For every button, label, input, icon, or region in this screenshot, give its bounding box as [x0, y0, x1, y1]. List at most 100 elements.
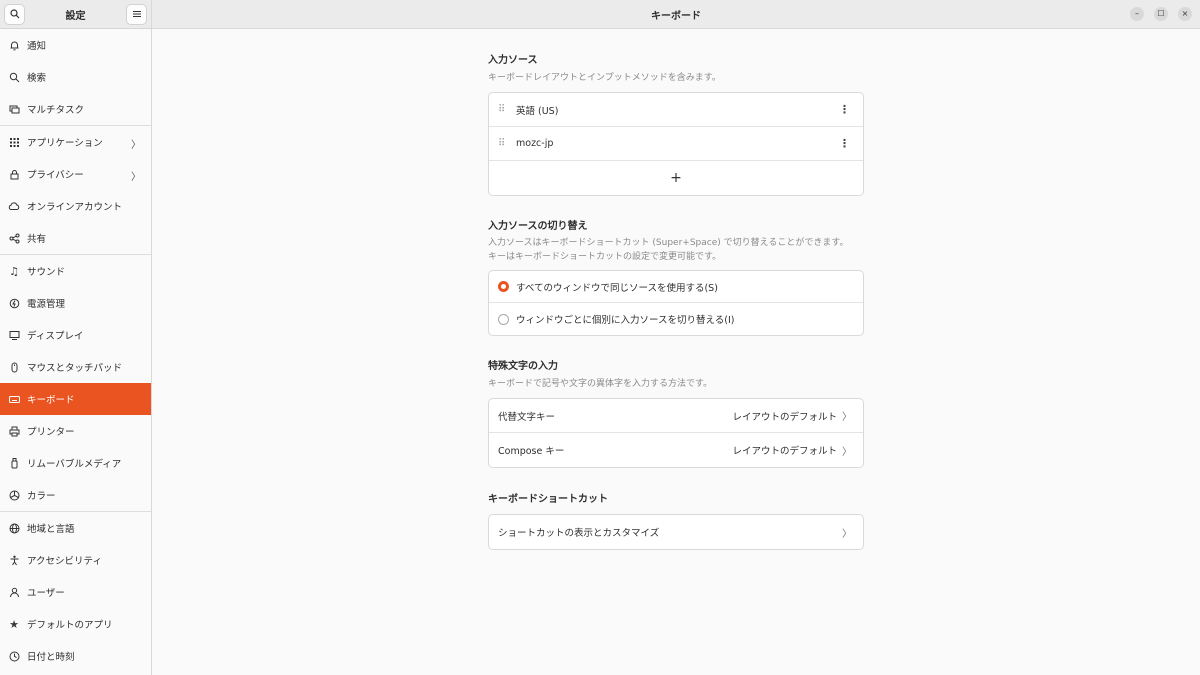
add-input-source-button[interactable]: +: [489, 161, 863, 195]
plus-icon: +: [670, 170, 682, 186]
input-source-row[interactable]: ⠿ 英語 (US) ⋮: [489, 93, 863, 127]
compose-key-row[interactable]: Compose キー レイアウトのデフォルト 〉: [489, 433, 863, 467]
bell-icon: [8, 39, 20, 51]
chevron-right-icon: 〉: [842, 446, 852, 458]
sidebar-item-keyboard[interactable]: キーボード: [0, 383, 151, 415]
star-icon: ★: [9, 617, 19, 631]
search-icon: [9, 9, 19, 19]
special-chars-desc: キーボードで記号や文字の異体字を入力する方法です。: [488, 379, 713, 389]
music-note-icon: ♫: [9, 264, 19, 278]
sidebar-item-default-apps[interactable]: ★ デフォルトのアプリ: [0, 608, 151, 640]
sidebar-item-label: サウンド: [27, 267, 66, 278]
sidebar-item-label: プリンター: [27, 427, 75, 438]
minimize-button[interactable]: –: [1130, 7, 1144, 21]
sidebar-item-label: 共有: [27, 234, 47, 245]
sidebar-header: 設定: [0, 0, 151, 29]
cloud-icon: [8, 200, 20, 212]
sidebar-item-label: ディスプレイ: [27, 331, 84, 342]
option-label: ウィンドウごとに個別に入力ソースを切り替える(I): [516, 315, 735, 326]
sidebar-item-region-language[interactable]: 地域と言語: [0, 512, 151, 544]
lock-icon: [8, 168, 20, 180]
row-label: 代替文字キー: [498, 411, 556, 423]
special-chars-title: 特殊文字の入力: [488, 361, 558, 372]
shortcuts-list: ショートカットの表示とカスタマイズ 〉: [488, 514, 864, 550]
switching-desc-1: 入力ソースはキーボードショートカット (Super+Space) で切り替えるこ…: [488, 238, 849, 248]
drag-handle-icon[interactable]: ⠿: [498, 104, 508, 115]
input-source-label: mozc-jp: [516, 138, 554, 149]
sidebar-item-label: アクセシビリティ: [27, 556, 102, 567]
switching-title: 入力ソースの切り替え: [488, 221, 588, 232]
sidebar-item-label: マウスとタッチパッド: [27, 363, 123, 374]
multitask-icon: [8, 103, 20, 115]
same-source-option[interactable]: すべてのウィンドウで同じソースを使用する(S): [489, 271, 863, 303]
close-icon: ×: [1181, 9, 1189, 18]
more-options-icon[interactable]: ⋮: [839, 137, 850, 150]
maximize-button[interactable]: ☐: [1154, 7, 1168, 21]
settings-window: 設定 通知 検索 マルチタスク アプリケーション 〉 プライバシー 〉 オンライ…: [0, 0, 1200, 675]
sidebar-item-label: アプリケーション: [27, 138, 103, 149]
main-panel: キーボード – ☐ × 入力ソース キーボードレイアウトとインプットメソッドを含…: [152, 0, 1200, 675]
input-sources-list: ⠿ 英語 (US) ⋮ ⠿ mozc-jp ⋮ +: [488, 92, 864, 196]
share-icon: [8, 232, 20, 244]
sidebar-item-label: カラー: [27, 491, 56, 502]
sidebar-item-users[interactable]: ユーザー: [0, 576, 151, 608]
radio-selected[interactable]: [498, 281, 509, 292]
color-icon: [8, 489, 20, 501]
sidebar-item-label: 日付と時刻: [27, 652, 75, 663]
sidebar-item-privacy[interactable]: プライバシー 〉: [0, 158, 151, 190]
sidebar-item-removable-media[interactable]: リムーバブルメディア: [0, 447, 151, 479]
clock-icon: [8, 650, 20, 662]
sidebar-item-displays[interactable]: ディスプレイ: [0, 319, 151, 351]
sidebar-list: 通知 検索 マルチタスク アプリケーション 〉 プライバシー 〉 オンラインアカ…: [0, 29, 151, 675]
sidebar-item-label: 地域と言語: [27, 524, 75, 535]
display-icon: [8, 329, 20, 341]
input-sources-desc: キーボードレイアウトとインプットメソッドを含みます。: [488, 73, 721, 83]
row-value: レイアウトのデフォルト: [732, 446, 837, 457]
usb-icon: [8, 457, 20, 469]
row-label: Compose キー: [498, 446, 565, 457]
sidebar-item-multitasking[interactable]: マルチタスク: [0, 93, 151, 125]
input-source-row[interactable]: ⠿ mozc-jp ⋮: [489, 127, 863, 161]
sidebar-item-label: 検索: [27, 73, 47, 84]
alternate-chars-key-row[interactable]: 代替文字キー レイアウトのデフォルト 〉: [489, 399, 863, 433]
sidebar-item-date-time[interactable]: 日付と時刻: [0, 640, 151, 672]
sidebar-item-online-accounts[interactable]: オンラインアカウント: [0, 190, 151, 222]
sidebar-item-applications[interactable]: アプリケーション 〉: [0, 126, 151, 158]
close-button[interactable]: ×: [1178, 7, 1192, 21]
sidebar-item-notifications[interactable]: 通知: [0, 29, 151, 61]
globe-icon: [8, 522, 20, 534]
per-window-option[interactable]: ウィンドウごとに個別に入力ソースを切り替える(I): [489, 303, 863, 335]
minimize-icon: –: [1135, 9, 1139, 18]
sidebar-item-printers[interactable]: プリンター: [0, 415, 151, 447]
input-source-label: 英語 (US): [516, 105, 559, 117]
view-customize-shortcuts-row[interactable]: ショートカットの表示とカスタマイズ 〉: [489, 515, 863, 549]
keyboard-icon: [8, 393, 20, 405]
sidebar-title: 設定: [65, 10, 86, 22]
sidebar-item-label: リムーバブルメディア: [27, 459, 122, 470]
more-options-icon[interactable]: ⋮: [839, 103, 850, 116]
sidebar: 設定 通知 検索 マルチタスク アプリケーション 〉 プライバシー 〉 オンライ…: [0, 0, 152, 675]
row-value: レイアウトのデフォルト: [732, 411, 837, 423]
sidebar-item-power[interactable]: 電源管理: [0, 287, 151, 319]
hamburger-menu-icon: [132, 11, 141, 17]
menu-button[interactable]: [126, 3, 147, 25]
chevron-right-icon: 〉: [842, 412, 852, 423]
sidebar-item-accessibility[interactable]: アクセシビリティ: [0, 544, 151, 576]
sidebar-item-label: プライバシー: [27, 170, 84, 181]
search-button[interactable]: [4, 3, 25, 25]
sidebar-item-sound[interactable]: ♫ サウンド: [0, 255, 151, 287]
radio-unselected[interactable]: [498, 313, 509, 325]
sidebar-item-color[interactable]: カラー: [0, 479, 151, 511]
page-title: キーボード: [651, 10, 701, 22]
chevron-right-icon: 〉: [842, 528, 852, 540]
mouse-icon: [8, 361, 20, 373]
sidebar-item-label: オンラインアカウント: [27, 202, 123, 213]
sidebar-item-sharing[interactable]: 共有: [0, 222, 151, 254]
sidebar-item-search[interactable]: 検索: [0, 61, 151, 93]
input-sources-title: 入力ソース: [488, 55, 538, 66]
sidebar-item-label: 電源管理: [27, 299, 66, 310]
window-controls: – ☐ ×: [1130, 7, 1192, 21]
drag-handle-icon[interactable]: ⠿: [498, 138, 508, 149]
sidebar-item-mouse-touchpad[interactable]: マウスとタッチパッド: [0, 351, 151, 383]
row-label: ショートカットの表示とカスタマイズ: [498, 528, 660, 539]
